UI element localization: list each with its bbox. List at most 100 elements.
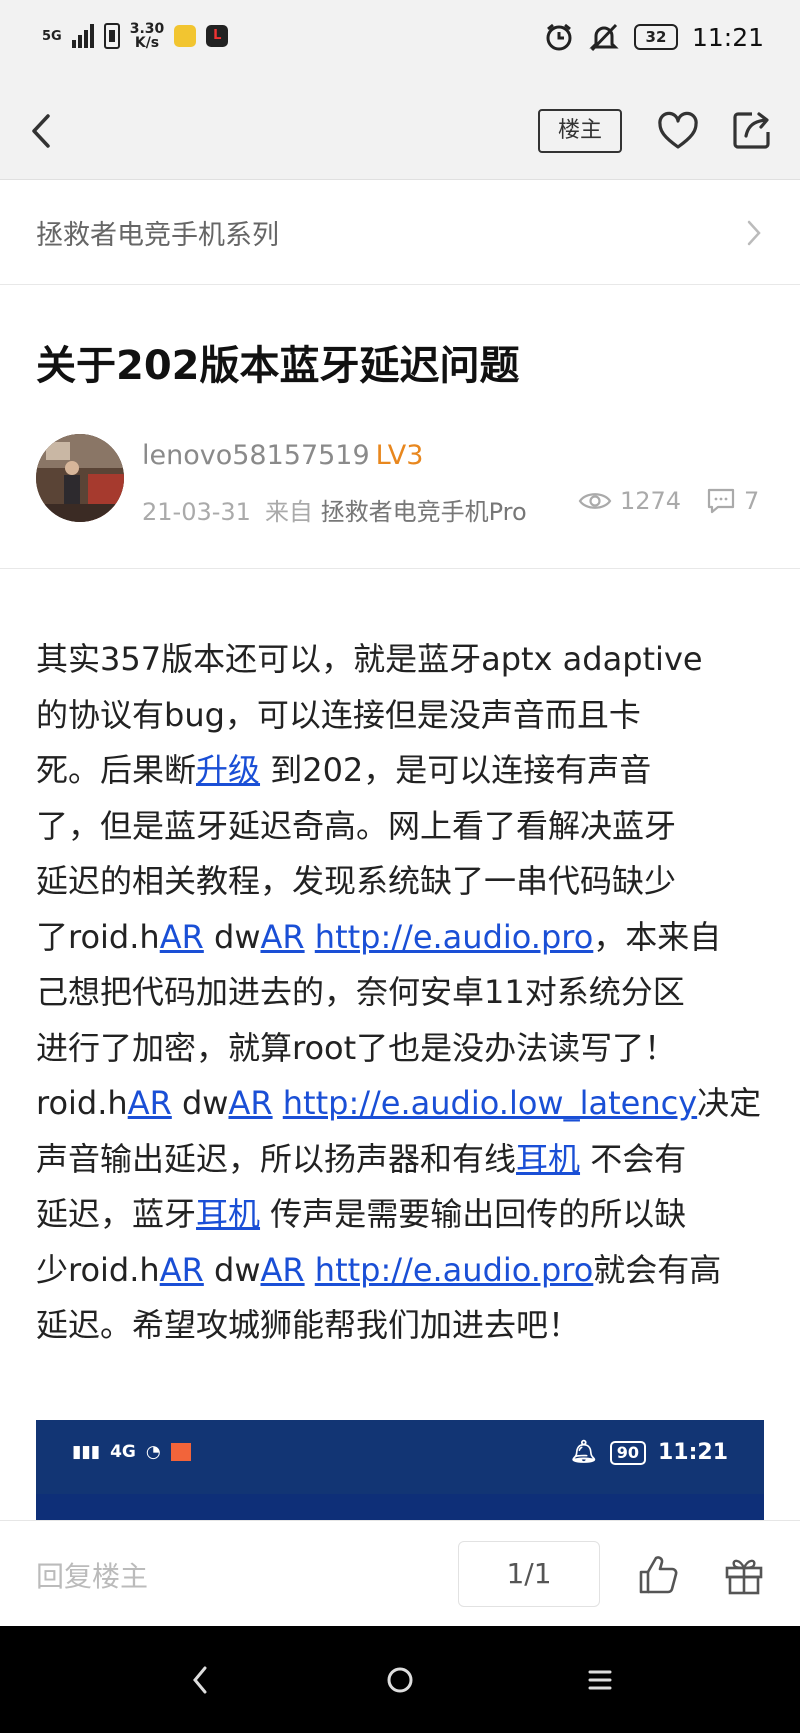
app-notification-icon bbox=[174, 25, 197, 47]
view-count-value: 1274 bbox=[620, 487, 682, 515]
signal-icon bbox=[71, 24, 94, 48]
like-button[interactable] bbox=[636, 1553, 680, 1597]
sim-icon bbox=[103, 23, 120, 49]
body-text: 到202，是可以连接有声音 bbox=[260, 751, 652, 789]
url-link[interactable]: http://e.audio.pro bbox=[315, 1251, 594, 1289]
keyword-link-ar[interactable]: AR bbox=[260, 1251, 304, 1289]
body-line: 延迟的相关教程，发现系统缺了一串代码缺少 bbox=[36, 862, 677, 900]
body-text bbox=[305, 1251, 315, 1289]
share-icon bbox=[733, 112, 770, 149]
body-line: 了，但是蓝牙延迟奇高。网上看了看解决蓝牙 bbox=[36, 806, 677, 845]
network-type: 5G bbox=[42, 28, 62, 44]
system-back-button[interactable] bbox=[190, 1664, 210, 1696]
system-menu-button[interactable] bbox=[588, 1668, 612, 1692]
body-text: 延迟，蓝牙 bbox=[36, 1195, 197, 1233]
keyword-link-earphone[interactable]: 耳机 bbox=[516, 1140, 580, 1178]
post-body: 其实357版本还可以，就是蓝牙aptx adaptive 的协议有bug，可以连… bbox=[36, 632, 766, 1354]
circle-icon bbox=[387, 1667, 413, 1693]
from-label: 来自 bbox=[264, 498, 313, 526]
embedded-bell-icon: 🔔︎ bbox=[569, 1440, 598, 1465]
body-text: dw bbox=[203, 917, 261, 956]
body-line: 己想把代码加进去的，奈何安卓11对系统分区 bbox=[36, 973, 685, 1011]
status-right: 32 11:21 bbox=[544, 22, 764, 52]
eye-icon bbox=[578, 493, 612, 509]
url-link[interactable]: http://e.audio.pro bbox=[315, 918, 594, 956]
author-username[interactable]: lenovo58157519 bbox=[142, 440, 370, 471]
avatar-image bbox=[36, 434, 124, 522]
speed-unit: K/s bbox=[134, 35, 160, 51]
keyword-link-upgrade[interactable]: 升级 bbox=[196, 751, 260, 789]
heart-icon bbox=[658, 111, 698, 149]
thumbs-up-icon bbox=[639, 1556, 678, 1594]
network-speed: 3.30 K/s bbox=[130, 22, 165, 50]
body-text: dw bbox=[171, 1084, 229, 1122]
body-line: 声音输出延迟，所以扬声器和有线耳机 不会有 bbox=[36, 1132, 766, 1188]
body-text: dw bbox=[203, 1250, 261, 1289]
keyword-link-ar[interactable]: AR bbox=[160, 1251, 204, 1289]
keyword-link-ar[interactable]: AR bbox=[228, 1084, 272, 1122]
body-line: 其实357版本还可以，就是蓝牙aptx adaptive bbox=[36, 640, 703, 678]
body-line: 的协议有bug，可以连接但是没声音而且卡 bbox=[36, 695, 641, 734]
gift-button[interactable] bbox=[722, 1553, 766, 1597]
only-op-button[interactable]: 楼主 bbox=[538, 109, 622, 153]
keyword-link-ar[interactable]: AR bbox=[260, 918, 304, 956]
status-bar: 5G 3.30 K/s L 32 11:21 bbox=[0, 0, 800, 82]
body-line: 延迟，蓝牙耳机 传声是需要输出回传的所以缺 bbox=[36, 1187, 766, 1243]
status-left: 5G 3.30 K/s L bbox=[42, 22, 229, 50]
favorite-button[interactable] bbox=[656, 110, 700, 152]
embedded-network-type: 4G bbox=[110, 1442, 136, 1462]
alarm-icon bbox=[546, 23, 572, 51]
menu-icon bbox=[588, 1670, 612, 1690]
chevron-right-icon bbox=[747, 220, 761, 246]
body-line: 死。后果断升级 到202，是可以连接有声音 bbox=[36, 743, 766, 799]
share-button[interactable] bbox=[730, 108, 774, 152]
embedded-screenshot[interactable]: ▮▮▮ 4G ◔ 🔔︎ 90 11:21 bbox=[36, 1420, 764, 1520]
view-count: 1274 bbox=[578, 487, 681, 515]
bottom-action-bar: 回复楼主 1/1 bbox=[0, 1520, 800, 1626]
keyword-link-ar[interactable]: AR bbox=[128, 1084, 172, 1122]
top-navigation-bar: 楼主 bbox=[0, 82, 800, 180]
body-line: 延迟。希望攻城狮能帮我们加进去吧！ bbox=[36, 1306, 581, 1344]
body-text bbox=[273, 1084, 283, 1122]
body-text: 了roid.h bbox=[36, 917, 160, 956]
divider bbox=[0, 568, 800, 569]
embedded-status-left: ▮▮▮ 4G ◔ bbox=[72, 1442, 191, 1462]
body-text: 传声是需要输出回传的所以缺 bbox=[260, 1195, 687, 1233]
mute-icon bbox=[589, 23, 619, 52]
forum-name: 拯救者电竞手机系列 bbox=[36, 220, 279, 251]
embedded-wifi-icon: ◔ bbox=[145, 1442, 161, 1462]
body-line: 进行了加密，就算root了也是没办法读写了！ bbox=[36, 1028, 677, 1067]
embedded-app-icon bbox=[170, 1443, 191, 1461]
reply-input[interactable]: 回复楼主 bbox=[36, 1555, 148, 1595]
back-button[interactable] bbox=[22, 108, 62, 154]
body-line: 了roid.hAR dwAR http://e.audio.pro，本来自 bbox=[36, 910, 766, 966]
comment-icon bbox=[707, 488, 735, 514]
forum-breadcrumb[interactable]: 拯救者电竞手机系列 bbox=[0, 181, 800, 285]
body-text: 死。后果断 bbox=[36, 751, 197, 789]
keyword-link-earphone[interactable]: 耳机 bbox=[196, 1195, 260, 1233]
body-text bbox=[305, 918, 315, 956]
page-selector[interactable]: 1/1 bbox=[458, 1541, 600, 1607]
body-text: ，本来自 bbox=[593, 917, 722, 956]
body-text: 决定 bbox=[697, 1084, 762, 1122]
comment-count[interactable]: 7 bbox=[706, 487, 759, 515]
body-line: roid.hAR dwAR http://e.audio.low_latency… bbox=[36, 1076, 766, 1132]
keyword-link-ar[interactable]: AR bbox=[160, 918, 204, 956]
body-text: 就会有高 bbox=[593, 1250, 722, 1289]
system-navigation-bar bbox=[0, 1626, 800, 1733]
post-meta: 21-03-31 来自 拯救者电竞手机Pro bbox=[142, 492, 527, 527]
avatar[interactable] bbox=[36, 434, 124, 522]
comment-count-value: 7 bbox=[744, 487, 760, 515]
system-home-button[interactable] bbox=[386, 1666, 414, 1694]
chevron-left-icon bbox=[32, 114, 50, 148]
chevron-left-icon bbox=[193, 1666, 207, 1694]
embedded-time: 11:21 bbox=[657, 1440, 728, 1465]
source-device: 拯救者电竞手机Pro bbox=[320, 498, 527, 526]
battery-indicator: 32 bbox=[633, 24, 678, 50]
gift-icon bbox=[725, 1559, 763, 1595]
body-text: 声音输出延迟，所以扬声器和有线 bbox=[36, 1139, 517, 1178]
embedded-battery: 90 bbox=[609, 1440, 646, 1465]
body-text: 不会有 bbox=[580, 1139, 687, 1178]
post-title: 关于202版本蓝牙延迟问题 bbox=[36, 343, 520, 389]
url-link[interactable]: http://e.audio.low_latency bbox=[283, 1084, 697, 1122]
